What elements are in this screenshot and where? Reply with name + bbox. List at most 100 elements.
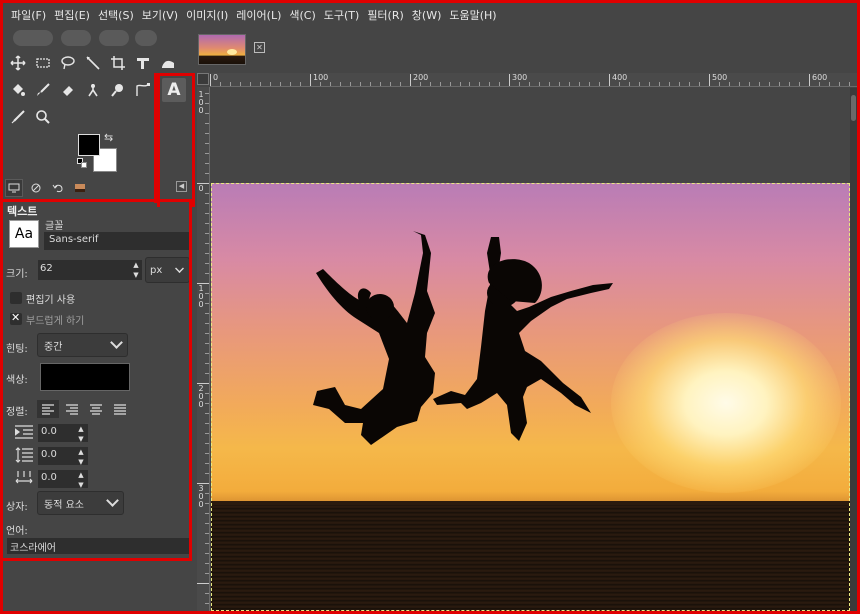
- ruler-tick: [205, 543, 209, 544]
- crop-tool-icon[interactable]: [105, 50, 130, 75]
- justify-right-icon[interactable]: [61, 400, 83, 418]
- font-preview-button[interactable]: Aa: [9, 220, 39, 248]
- menu-file[interactable]: 파일(F): [7, 3, 50, 28]
- menu-image[interactable]: 이미지(I): [182, 3, 232, 28]
- menu-colors[interactable]: 색(C): [285, 3, 319, 28]
- menu-filters[interactable]: 필터(R): [363, 3, 407, 28]
- ruler-tick: [799, 82, 800, 86]
- foreground-color-swatch[interactable]: [78, 134, 100, 156]
- swap-colors-icon[interactable]: ⇆: [104, 131, 113, 144]
- ruler-tick: [809, 74, 810, 86]
- ruler-tick: [205, 433, 209, 434]
- language-field[interactable]: 코스라에어: [7, 538, 190, 554]
- menu-help[interactable]: 도움말(H): [445, 3, 500, 28]
- box-value: 동적 요소: [44, 499, 84, 511]
- menu-view[interactable]: 보기(V): [138, 3, 182, 28]
- menu-layer[interactable]: 레이어(L): [232, 3, 285, 28]
- vertical-scrollbar[interactable]: [850, 88, 857, 611]
- justify-center-icon[interactable]: [85, 400, 107, 418]
- image-tab-thumbnail[interactable]: [198, 34, 246, 65]
- use-editor-checkbox[interactable]: [10, 292, 22, 304]
- ruler-tick: [450, 82, 451, 86]
- ruler-tick: [205, 393, 209, 394]
- tool-options-tab-icon[interactable]: [5, 179, 23, 197]
- device-status-tab-icon[interactable]: [27, 179, 45, 197]
- antialias-checkbox[interactable]: [10, 311, 22, 325]
- warp-tool-icon[interactable]: [155, 50, 180, 75]
- move-tool-icon[interactable]: [5, 50, 30, 75]
- font-label: 글꼴: [45, 221, 64, 232]
- menu-edit[interactable]: 편집(E): [50, 3, 94, 28]
- scrollbar-thumb[interactable]: [851, 95, 856, 121]
- images-tab-icon[interactable]: [71, 179, 89, 197]
- ruler-tick: [410, 74, 411, 86]
- ruler-label: 200: [413, 73, 429, 82]
- ruler-tick: [205, 473, 209, 474]
- ruler-tick: [205, 593, 209, 594]
- image-canvas[interactable]: [211, 183, 850, 611]
- smudge-tool-icon[interactable]: [105, 77, 130, 102]
- zoom-tool-icon[interactable]: [30, 104, 55, 129]
- justify-buttons: [37, 400, 131, 418]
- size-spinner-icon[interactable]: ▲ ▼: [131, 260, 141, 280]
- ruler-tick: [749, 82, 750, 86]
- ruler-tick: [205, 223, 209, 224]
- text-color-button[interactable]: [40, 363, 130, 391]
- ruler-tick: [205, 103, 209, 104]
- ruler-tick: [205, 243, 209, 244]
- reset-colors-icon[interactable]: [77, 158, 87, 168]
- letter-spacing-spinner-icon[interactable]: ▲ ▼: [76, 470, 86, 489]
- ruler-tick: [330, 82, 331, 86]
- ruler-tick: [205, 553, 209, 554]
- ruler-tick: [649, 82, 650, 86]
- ruler-label: 500: [712, 73, 728, 82]
- rect-select-tool-icon[interactable]: [30, 50, 55, 75]
- lasso-tool-icon[interactable]: [55, 50, 80, 75]
- justify-left-icon[interactable]: [37, 400, 59, 418]
- ruler-tick: [829, 82, 830, 86]
- hinting-label: 힌팅:: [6, 344, 28, 355]
- font-field[interactable]: Sans-serif: [44, 232, 190, 250]
- chevron-down-icon: [110, 336, 123, 349]
- box-dropdown[interactable]: 동적 요소: [37, 491, 124, 515]
- menu-tools[interactable]: 도구(T): [320, 3, 364, 28]
- antialias-label: 부드럽게 하기: [26, 316, 85, 327]
- ruler-tick: [205, 253, 209, 254]
- use-editor-label: 편집기 사용: [26, 295, 76, 306]
- close-icon[interactable]: ✕: [254, 42, 265, 53]
- menu-select[interactable]: 선택(S): [94, 3, 138, 28]
- justify-fill-icon[interactable]: [109, 400, 131, 418]
- fuzzy-select-tool-icon[interactable]: [80, 50, 105, 75]
- ruler-corner-button[interactable]: [197, 73, 209, 85]
- ruler-tick: [639, 82, 640, 86]
- hinting-dropdown[interactable]: 중간: [37, 333, 128, 357]
- paths-tool-icon[interactable]: [130, 77, 155, 102]
- horizontal-ruler[interactable]: 0 100 200 300 400 500 600: [210, 73, 857, 87]
- ruler-tick: [205, 233, 209, 234]
- transform-tool-icon[interactable]: [130, 50, 155, 75]
- ruler-label: 100: [198, 284, 204, 309]
- ruler-tick: [205, 213, 209, 214]
- bucket-fill-tool-icon[interactable]: [5, 77, 30, 102]
- unit-dropdown[interactable]: px: [145, 257, 190, 283]
- size-field[interactable]: 62: [38, 260, 142, 280]
- eraser-tool-icon[interactable]: [55, 77, 80, 102]
- clone-tool-icon[interactable]: [80, 77, 105, 102]
- ruler-tick: [205, 133, 209, 134]
- ruler-tick: [360, 82, 361, 86]
- menu-windows[interactable]: 창(W): [408, 3, 446, 28]
- paintbrush-tool-icon[interactable]: [30, 77, 55, 102]
- wilber-decoration: [61, 30, 91, 46]
- ruler-tick: [205, 463, 209, 464]
- indent-spinner-icon[interactable]: ▲ ▼: [76, 424, 86, 443]
- undo-history-tab-icon[interactable]: [49, 179, 67, 197]
- line-spacing-spinner-icon[interactable]: ▲ ▼: [76, 447, 86, 466]
- size-label: 크기:: [6, 269, 28, 280]
- indent-icon: [14, 424, 35, 442]
- color-label: 색상:: [6, 375, 28, 386]
- ruler-label: 300: [198, 484, 204, 509]
- color-picker-tool-icon[interactable]: [5, 104, 30, 129]
- ruler-tick: [205, 563, 209, 564]
- vertical-ruler[interactable]: 0 100 200 300 100: [197, 87, 210, 611]
- ruler-tick: [430, 82, 431, 86]
